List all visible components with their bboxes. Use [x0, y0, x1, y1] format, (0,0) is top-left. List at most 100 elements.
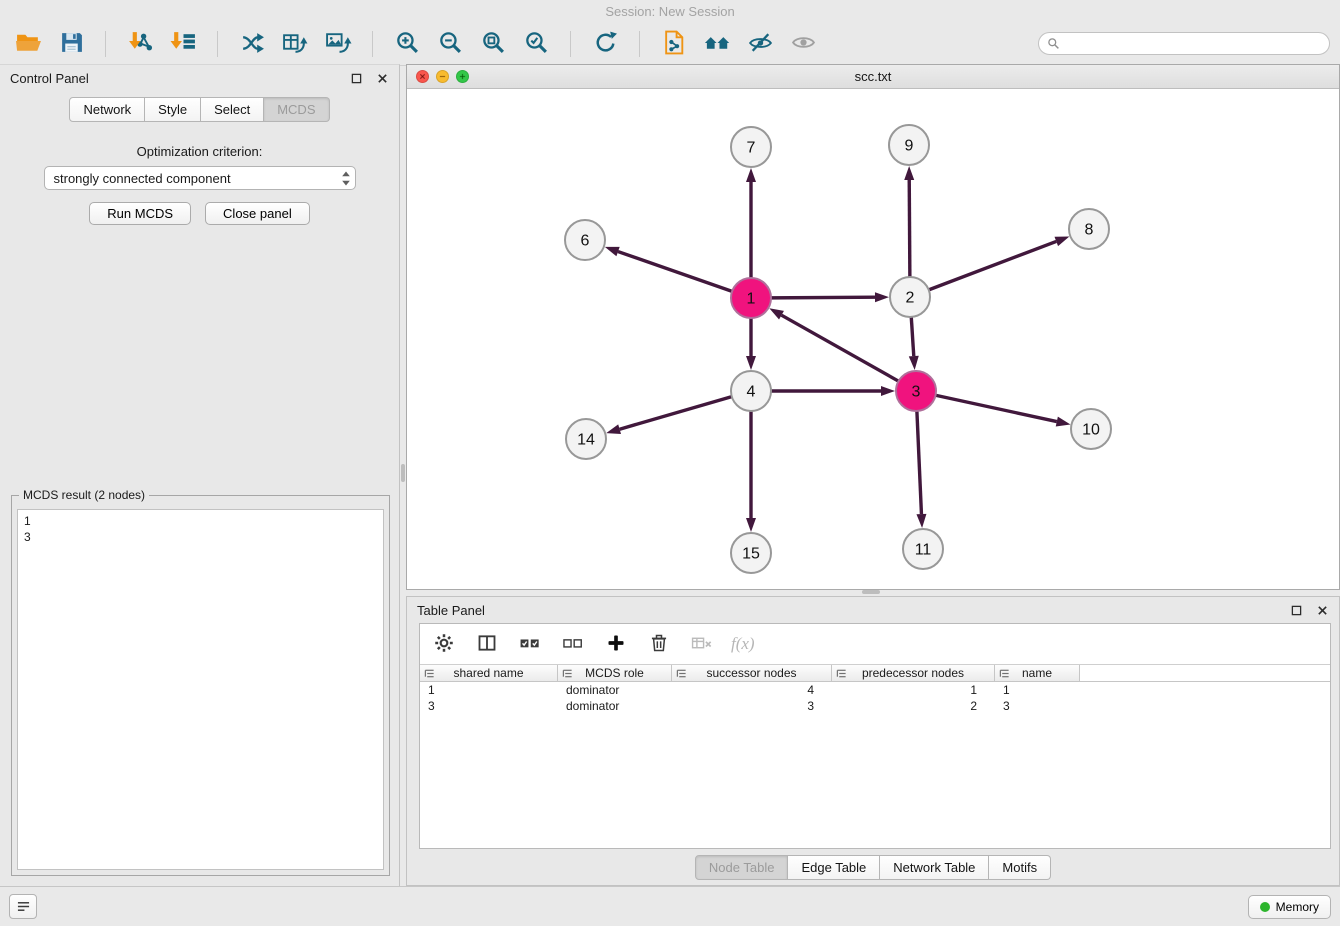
toolbar-separator	[570, 31, 571, 57]
table-row[interactable]: 3dominator323	[420, 698, 1330, 714]
zoom-selected-button[interactable]	[518, 27, 554, 61]
float-table-panel-button[interactable]	[1289, 603, 1303, 617]
export-image-button[interactable]	[320, 27, 356, 61]
gear-button[interactable]	[430, 630, 458, 658]
show-hide-button[interactable]	[742, 27, 778, 61]
network-graph[interactable]: 7968124314101511	[407, 89, 1339, 587]
float-panel-button[interactable]	[349, 71, 363, 85]
column-header-label: predecessor nodes	[862, 666, 964, 680]
run-mcds-button[interactable]: Run MCDS	[89, 202, 191, 225]
table-tab-edge-table[interactable]: Edge Table	[788, 855, 880, 880]
zoom-selected-icon	[523, 30, 550, 58]
close-panel-button[interactable]	[375, 71, 389, 85]
column-header-successor-nodes[interactable]: successor nodes	[672, 665, 832, 681]
fx-button[interactable]: f(x)	[731, 630, 755, 658]
vertical-splitter-handle[interactable]	[401, 464, 405, 482]
table-cell[interactable]: 1	[420, 683, 558, 697]
table-cell[interactable]: 3	[420, 699, 558, 713]
close-icon	[377, 73, 388, 84]
table-tab-node-table[interactable]: Node Table	[695, 855, 789, 880]
graph-edge-arrowhead	[746, 168, 756, 182]
table-cell[interactable]: 3	[672, 699, 832, 713]
zoom-out-button[interactable]	[432, 27, 468, 61]
table-cell[interactable]: dominator	[558, 699, 672, 713]
graph-edge-3-1[interactable]	[781, 315, 898, 381]
import-table-icon	[170, 30, 197, 58]
table-cell[interactable]: 3	[995, 699, 1080, 713]
traffic-zoom[interactable]	[456, 70, 469, 83]
eye-button[interactable]	[785, 27, 821, 61]
table-tab-motifs[interactable]: Motifs	[989, 855, 1051, 880]
table-panel: Table Panel f(x) shared nameMCDS rolesuc…	[406, 596, 1340, 886]
search-input[interactable]	[1065, 37, 1321, 51]
select-all-button[interactable]	[516, 630, 544, 658]
refresh-button[interactable]	[587, 27, 623, 61]
tab-style[interactable]: Style	[145, 97, 201, 122]
apply-layout-button[interactable]	[234, 27, 270, 61]
control-panel-header: Control Panel	[0, 65, 399, 91]
mcds-result-group: MCDS result (2 nodes) 13	[11, 495, 390, 876]
network-canvas[interactable]: 7968124314101511	[407, 89, 1339, 587]
trash-button[interactable]	[645, 630, 673, 658]
column-header-filler	[1080, 665, 1330, 681]
add-button[interactable]	[602, 630, 630, 658]
column-header-shared-name[interactable]: shared name	[420, 665, 558, 681]
memory-button[interactable]: Memory	[1248, 895, 1331, 919]
table-cell[interactable]: 4	[672, 683, 832, 697]
close-panel-action-button[interactable]: Close panel	[205, 202, 310, 225]
zoom-window-icon	[459, 73, 466, 80]
graph-edge-4-14[interactable]	[620, 397, 732, 430]
graph-edge-1-2[interactable]	[771, 297, 875, 298]
zoom-fit-button[interactable]	[475, 27, 511, 61]
tab-mcds[interactable]: MCDS	[264, 97, 329, 122]
tab-select[interactable]: Select	[201, 97, 264, 122]
gear-icon	[433, 633, 455, 656]
table-row[interactable]: 1dominator411	[420, 682, 1330, 698]
close-table-panel-button[interactable]	[1315, 603, 1329, 617]
graph-edge-arrowhead	[769, 308, 784, 319]
graph-edge-2-8[interactable]	[929, 241, 1057, 289]
home-button[interactable]	[699, 27, 735, 61]
traffic-minimize[interactable]	[436, 70, 449, 83]
column-header-MCDS-role[interactable]: MCDS role	[558, 665, 672, 681]
zoom-in-button[interactable]	[389, 27, 425, 61]
horizontal-splitter-handle[interactable]	[862, 590, 880, 594]
import-network-button[interactable]	[122, 27, 158, 61]
deselect-all-icon	[562, 633, 584, 656]
graph-edge-3-11[interactable]	[917, 411, 922, 514]
search-icon	[1047, 37, 1060, 50]
table-cell[interactable]: dominator	[558, 683, 672, 697]
import-table-button[interactable]	[165, 27, 201, 61]
table-tab-network-table[interactable]: Network Table	[880, 855, 989, 880]
graph-edge-2-3[interactable]	[911, 317, 913, 356]
graph-edge-arrowhead	[605, 247, 620, 256]
deselect-all-button[interactable]	[559, 630, 587, 658]
panel-menu-button[interactable]	[9, 894, 37, 919]
graph-edge-2-9[interactable]	[909, 180, 910, 277]
table-panel-title: Table Panel	[417, 603, 485, 618]
table-panel-header: Table Panel	[407, 597, 1339, 623]
columns-button[interactable]	[473, 630, 501, 658]
traffic-close[interactable]	[416, 70, 429, 83]
network-document-button[interactable]	[656, 27, 692, 61]
tab-network[interactable]: Network	[69, 97, 145, 122]
table-cell[interactable]: 1	[995, 683, 1080, 697]
column-header-predecessor-nodes[interactable]: predecessor nodes	[832, 665, 995, 681]
delete-table-button[interactable]	[688, 630, 716, 658]
graph-node-label: 10	[1082, 422, 1100, 439]
criterion-dropdown[interactable]: strongly connected component	[44, 166, 356, 190]
save-session-button[interactable]	[53, 27, 89, 61]
open-file-button[interactable]	[10, 27, 46, 61]
table-cell[interactable]: 1	[832, 683, 995, 697]
graph-edge-3-10[interactable]	[936, 395, 1057, 421]
table-cell[interactable]: 2	[832, 699, 995, 713]
graph-edge-1-6[interactable]	[618, 252, 732, 292]
export-table-button[interactable]	[277, 27, 313, 61]
graph-node-label: 7	[747, 140, 756, 157]
column-header-name[interactable]: name	[995, 665, 1080, 681]
graph-edge-arrowhead	[1055, 236, 1070, 246]
search-box[interactable]	[1038, 32, 1330, 55]
column-type-icon	[999, 668, 1010, 679]
mcds-result-list[interactable]: 13	[17, 509, 384, 870]
toolbar-separator	[639, 31, 640, 57]
